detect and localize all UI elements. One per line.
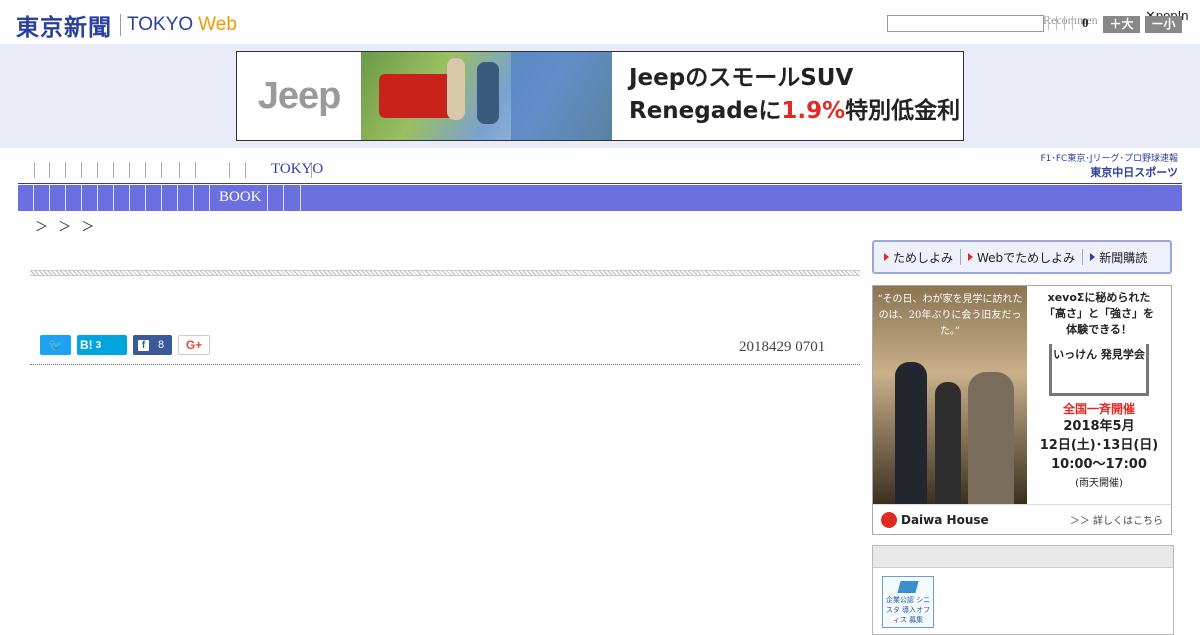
chunichi-sports-link[interactable]: F1･FC東京･Jリーグ･プロ野球速報 東京中日スポーツ <box>1026 153 1178 181</box>
font-larger-button[interactable]: ＋大 <box>1103 16 1140 33</box>
article-divider <box>30 364 860 365</box>
ad-footer: Daiwa House ＞＞ 詳しくはこちら <box>873 504 1171 534</box>
recommend-count: 0 <box>1082 15 1089 30</box>
nav-divider <box>18 183 1182 184</box>
share-separators <box>1048 16 1073 30</box>
hatena-icon: B! <box>80 338 93 352</box>
logo-english: TOKYO <box>127 14 194 35</box>
ad-band: Jeep JeepのスモールSUV Renegadeに1.9%特別低金利 <box>0 44 1200 148</box>
site-logo[interactable]: 東京新聞 TOKYO Web <box>16 8 237 42</box>
ad-rate: 1.9% <box>781 98 846 124</box>
event-rain: (雨天開催) <box>1075 478 1123 489</box>
trial-read-label: ためしよみ <box>893 250 954 265</box>
event-month: 2018年5月 <box>1063 419 1135 434</box>
facebook-icon: f <box>138 339 149 351</box>
ad-head2: 「高さ」と「強さ」を <box>1044 307 1154 320</box>
ad-line1b: のスモールSUV <box>685 65 854 91</box>
daiwa-brand: Daiwa House <box>881 511 989 528</box>
ad-line2a: Renegadeに <box>629 98 782 124</box>
facebook-count: 8 <box>158 339 165 351</box>
event-time: 10:00〜17:00 <box>1051 457 1147 472</box>
secondary-nav: BOOK <box>18 185 1182 211</box>
logo-japanese: 東京新聞 <box>16 14 112 41</box>
arrow-icon <box>884 253 889 261</box>
ad-head1: xevoΣに秘められた <box>1047 291 1151 304</box>
ad-copy: xevoΣに秘められた 「高さ」と「強さ」を 体験できる！ いっけん 発見学会 全国… <box>1027 286 1171 504</box>
web-trial-read-label: Webでためしよみ <box>977 250 1076 265</box>
article-date: 2018429 0701 <box>739 339 826 355</box>
facebook-share-button[interactable]: f 8 <box>133 335 172 355</box>
sidebar-box: 企業公認 シニスタ 導入オフィス 募集 <box>872 545 1174 635</box>
ad-line2c: 特別低金利 <box>845 98 961 124</box>
jeep-banner-ad[interactable]: Jeep JeepのスモールSUV Renegadeに1.9%特別低金利 <box>236 51 964 141</box>
hatena-bookmark-button[interactable]: B! 3 <box>77 335 127 355</box>
breadcrumb[interactable]: ＞ ＞ ＞ <box>35 216 97 235</box>
details-link[interactable]: ＞＞ 詳しくはこちら <box>1070 512 1163 527</box>
daiwa-brand-text: Daiwa House <box>901 512 989 527</box>
office-badge[interactable]: 企業公認 シニスタ 導入オフィス 募集 <box>882 576 934 628</box>
event-nationwide: 全国一斉開催 <box>1062 402 1135 416</box>
ad-line1: Jeep <box>629 65 686 91</box>
trial-read-link[interactable]: ためしよみ <box>884 249 953 266</box>
twitter-icon: 🐦 <box>48 338 63 352</box>
nav-item-tokyo[interactable]: TOKYO <box>271 161 323 178</box>
chunichi-brand: 東京中日スポーツ <box>1090 166 1178 179</box>
google-plus-button[interactable]: G+ <box>178 335 210 355</box>
event-days: 12日(土)･13日(日) <box>1039 438 1159 453</box>
font-smaller-button[interactable]: ー小 <box>1145 16 1182 33</box>
arrow-icon <box>1090 253 1096 261</box>
daiwa-house-ad[interactable]: “その日、わが家を見学に訪れたのは、20年ぶりに会う旧友だった。” xevoΣに… <box>872 285 1172 535</box>
logo-web: Web <box>198 14 237 35</box>
chunichi-tagline: F1･FC東京･Jリーグ･プロ野球速報 <box>1040 154 1178 164</box>
article-header-rule <box>30 270 860 276</box>
google-plus-icon: G+ <box>185 338 203 352</box>
subscription-links: ためしよみ Webでためしよみ 新聞購読 <box>872 240 1172 274</box>
office-icon <box>897 581 919 593</box>
web-trial-read-link[interactable]: Webでためしよみ <box>968 249 1075 266</box>
daiwa-logo-icon <box>881 511 897 528</box>
ad-head3: 体験できる！ <box>1066 323 1132 336</box>
subscribe-label: 新聞購読 <box>1099 250 1148 265</box>
ad-quote: “その日、わが家を見学に訪れたのは、20年ぶりに会う旧友だった。” <box>877 294 1023 337</box>
nav-item-book[interactable]: BOOK <box>219 189 262 206</box>
arrow-icon <box>968 253 974 261</box>
ad-photo: “その日、わが家を見学に訪れたのは、20年ぶりに会う旧友だった。” <box>873 286 1027 504</box>
ad-photo <box>361 52 612 140</box>
subscribe-link[interactable]: 新聞購読 <box>1090 249 1147 266</box>
ad-copy: JeepのスモールSUV Renegadeに1.9%特別低金利 <box>629 62 963 128</box>
sidebar-box-header <box>873 546 1173 568</box>
event-name: いっけん 発見学会 <box>1053 348 1145 361</box>
primary-nav: TOKYO <box>18 158 1182 184</box>
house-icon: いっけん 発見学会 <box>1049 344 1149 396</box>
search-input[interactable] <box>887 15 1044 32</box>
office-badge-text: 企業公認 シニスタ 導入オフィス 募集 <box>885 596 931 624</box>
hatena-count: 3 <box>95 339 102 351</box>
site-header: 東京新聞 TOKYO Web Recommen 0 ✕popIn ＋大 ー小 <box>0 0 1200 44</box>
logo-divider <box>120 14 121 36</box>
twitter-share-button[interactable]: 🐦 <box>40 335 71 355</box>
jeep-logo: Jeep <box>257 74 342 117</box>
